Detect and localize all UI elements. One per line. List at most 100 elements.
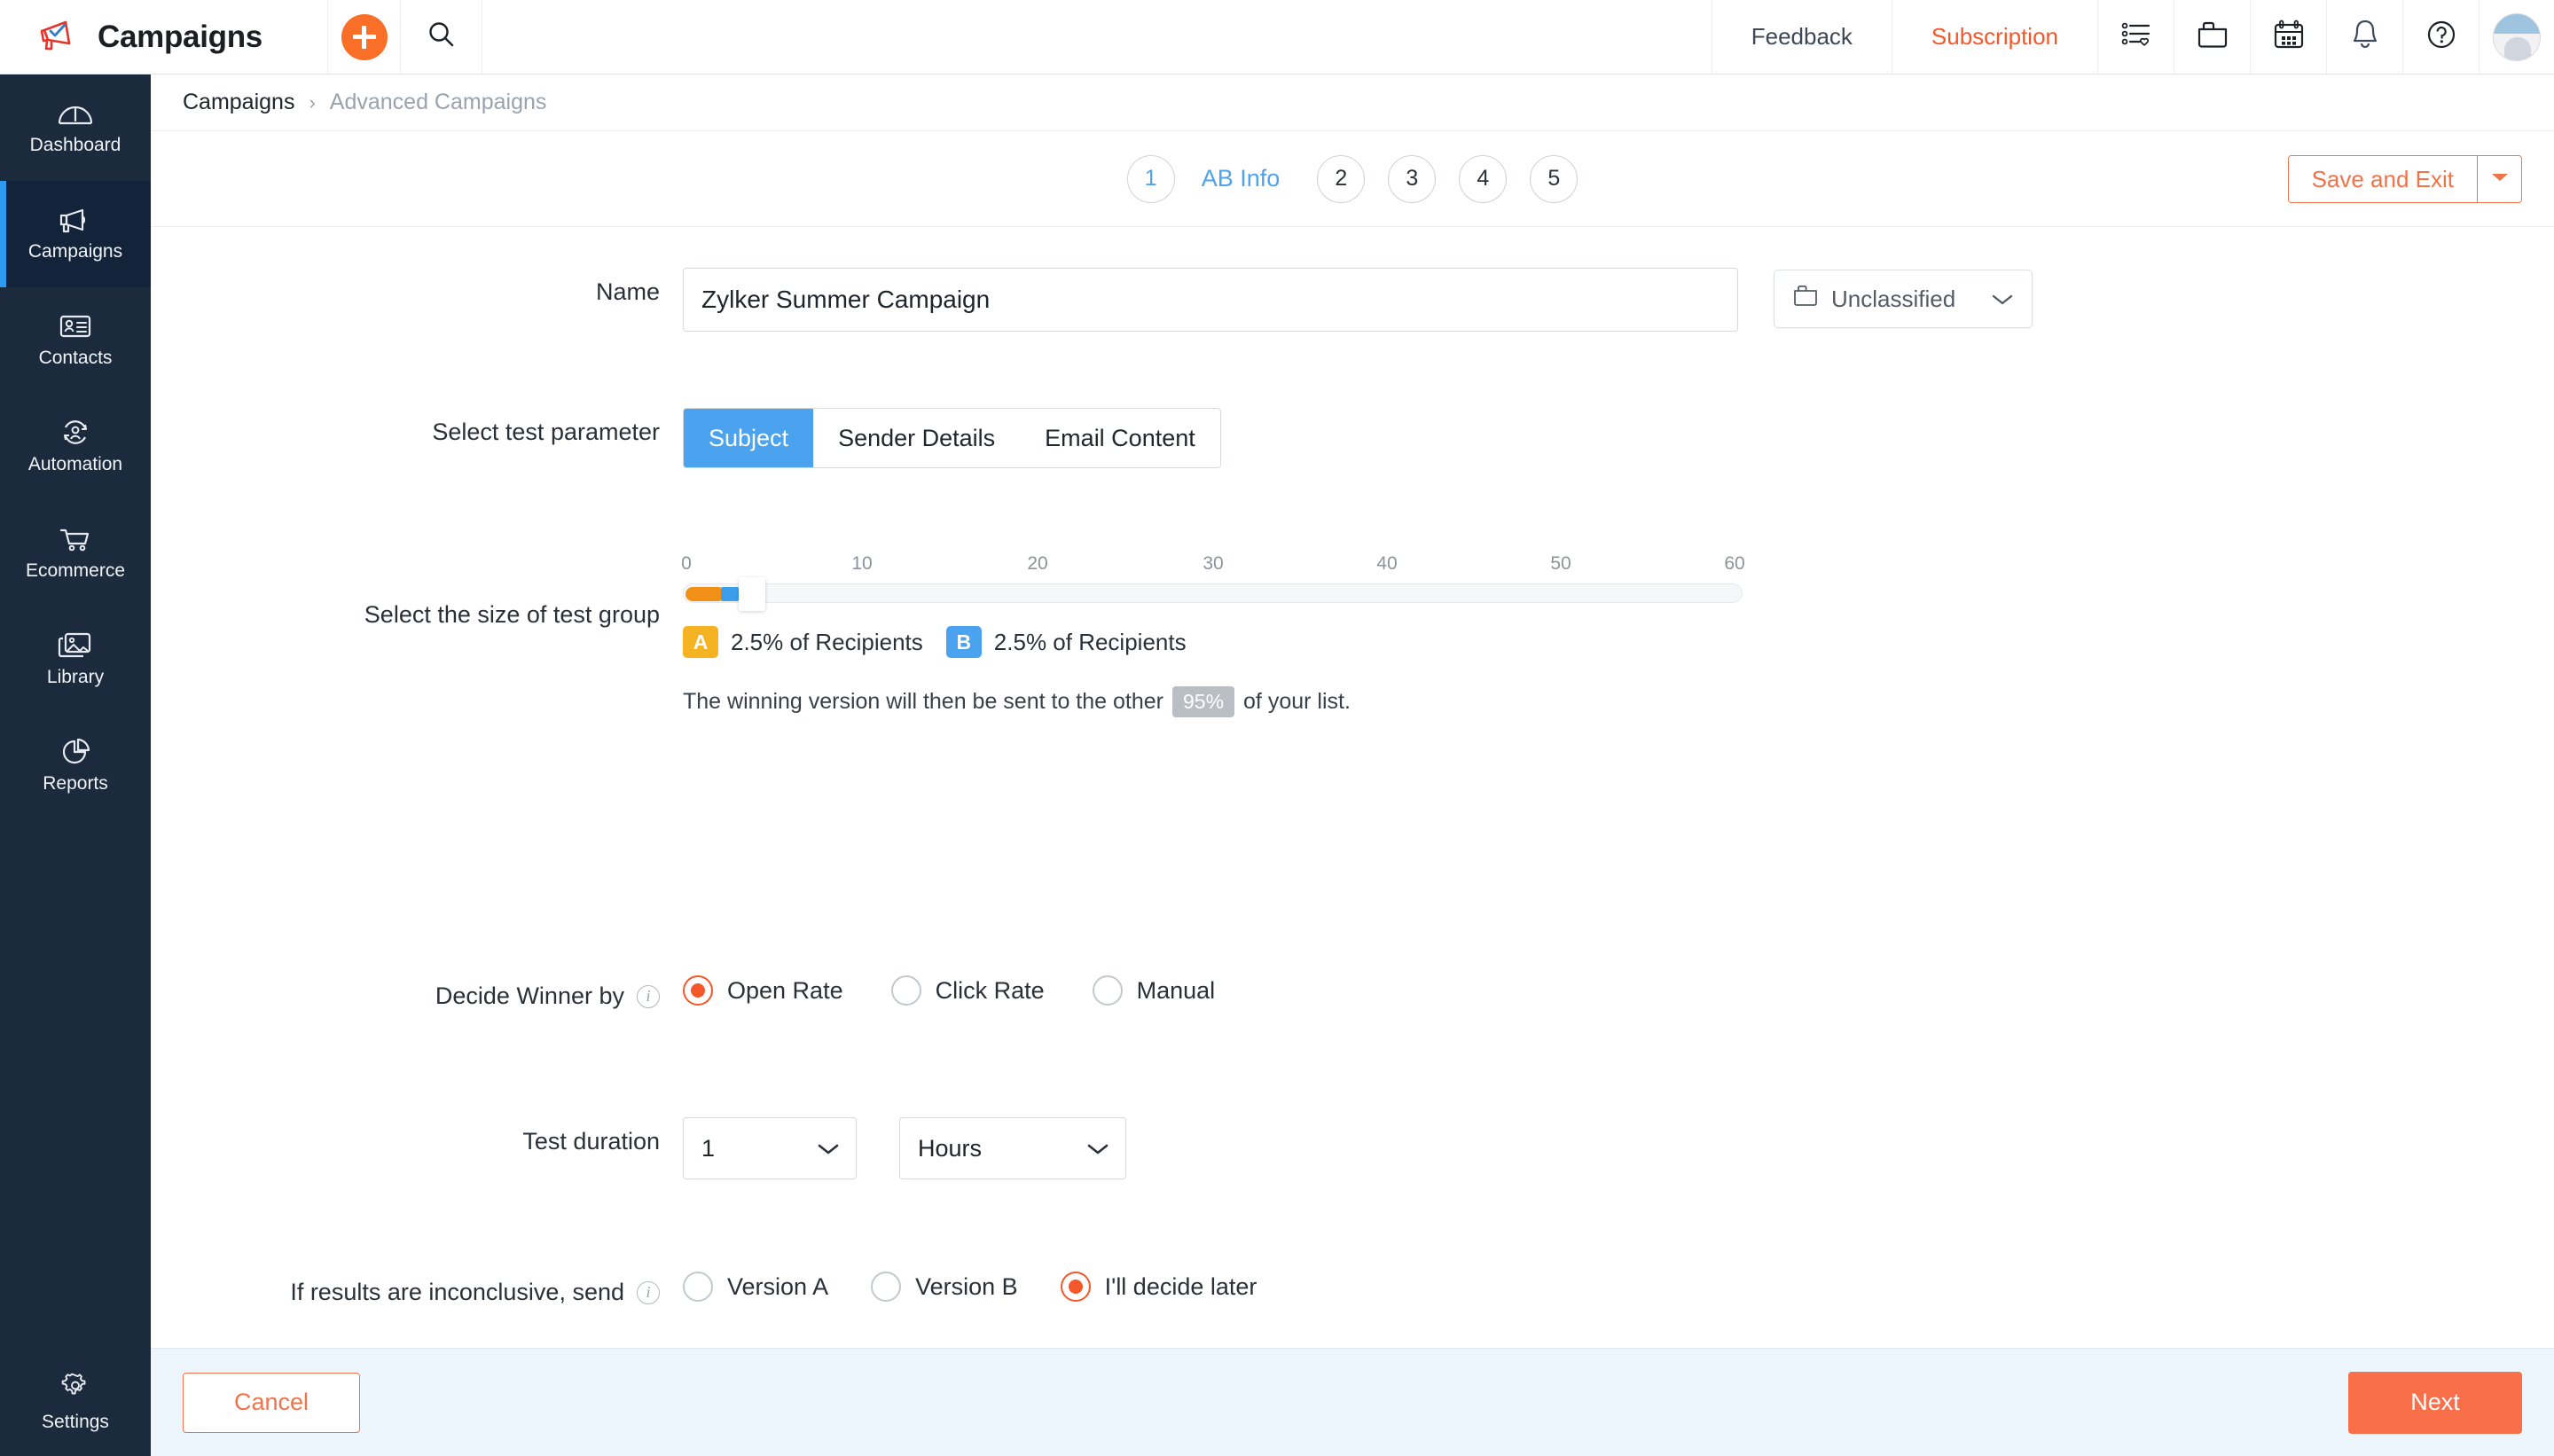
inconclusive-label-text: If results are inconclusive, send [290, 1279, 624, 1305]
note-text-after: of your list. [1243, 689, 1351, 714]
radio-decide-later-label: I'll decide later [1104, 1272, 1257, 1300]
test-group-slider-track[interactable] [683, 577, 1743, 611]
folder-button[interactable] [2174, 0, 2251, 74]
step-1[interactable]: 1 [1126, 154, 1175, 203]
sidebar-item-label: Campaigns [27, 241, 123, 262]
sidebar-item-campaigns[interactable]: Campaigns [0, 181, 151, 287]
sidebar-item-label: Reports [43, 773, 108, 794]
radio-manual-label: Manual [1136, 976, 1216, 1004]
radio-version-b[interactable]: Version B [871, 1272, 1018, 1302]
test-duration-label: Test duration [522, 1128, 660, 1155]
step-5[interactable]: 5 [1530, 154, 1579, 203]
subscription-link[interactable]: Subscription [1892, 0, 2098, 74]
slider-fill-version-b [721, 587, 739, 601]
folder-icon [1792, 284, 1819, 315]
topbar-spacer [482, 0, 1712, 74]
breadcrumb-current: Advanced Campaigns [329, 90, 547, 114]
folder-select-value: Unclassified [1831, 285, 1956, 312]
test-parameter-label: Select test parameter [432, 419, 660, 445]
step-2[interactable]: 2 [1317, 154, 1366, 203]
brand[interactable]: Campaigns [0, 0, 328, 74]
radio-click-rate-indicator[interactable] [890, 975, 921, 1006]
feedback-link[interactable]: Feedback [1712, 0, 1892, 74]
sidebar-item-label: Ecommerce [25, 560, 126, 581]
bell-icon [2350, 18, 2380, 56]
name-row: Name Unclassified [151, 268, 2033, 332]
save-and-exit-button[interactable]: Save and Exit [2288, 156, 2477, 202]
notifications-button[interactable] [2327, 0, 2403, 74]
sidebar-item-label: Automation [27, 454, 123, 474]
test-duration-unit-value: Hours [918, 1134, 983, 1162]
radio-open-rate[interactable]: Open Rate [683, 975, 843, 1006]
top-bar: Campaigns Feedback Subscription [0, 0, 2554, 74]
slider-legend: A 2.5% of Recipients B 2.5% of Recipient… [683, 626, 1743, 658]
sidebar-item-library[interactable]: Library [0, 607, 151, 713]
test-parameter-row: Select test parameter Subject Sender Det… [151, 408, 1221, 468]
tab-sender-details[interactable]: Sender Details [813, 409, 1020, 467]
save-and-exit-group: Save and Exit [2287, 155, 2522, 203]
chevron-down-icon [1991, 286, 2014, 313]
gear-icon [59, 1371, 92, 1405]
badge-version-a: A [683, 626, 718, 658]
user-menu[interactable] [2480, 0, 2554, 74]
remaining-percent-badge: 95% [1171, 686, 1235, 717]
legend-version-a: A 2.5% of Recipients [683, 626, 923, 658]
step-4[interactable]: 4 [1459, 154, 1508, 203]
slider-fill-version-a [686, 587, 721, 601]
radio-decide-later[interactable]: I'll decide later [1060, 1272, 1257, 1302]
slider-tick: 50 [1550, 553, 1571, 574]
pie-chart-icon [56, 738, 95, 766]
folder-select[interactable]: Unclassified [1774, 270, 2033, 328]
radio-open-rate-indicator[interactable] [683, 975, 713, 1006]
test-duration-amount-select[interactable]: 1 [683, 1117, 857, 1179]
slider-tick: 20 [1027, 553, 1048, 574]
radio-version-a-indicator[interactable] [683, 1272, 713, 1302]
info-icon[interactable]: i [637, 984, 660, 1008]
brand-name: Campaigns [98, 19, 262, 54]
radio-click-rate[interactable]: Click Rate [890, 975, 1045, 1006]
decide-winner-label: Decide Winner by i [151, 972, 683, 1010]
step-3[interactable]: 3 [1388, 154, 1437, 203]
save-and-exit-dropdown-button[interactable] [2477, 156, 2521, 202]
sidebar-item-reports[interactable]: Reports [0, 713, 151, 819]
help-button[interactable] [2403, 0, 2480, 74]
test-parameter-segmented-control: Subject Sender Details Email Content [683, 408, 1221, 468]
sidebar-item-settings[interactable]: Settings [0, 1348, 151, 1456]
ab-info-form: Name Unclassified Se [151, 227, 2554, 1344]
radio-decide-later-indicator[interactable] [1060, 1272, 1091, 1302]
radio-manual-indicator[interactable] [1092, 975, 1123, 1006]
slider-tick: 40 [1376, 553, 1398, 574]
sidebar-item-contacts[interactable]: Contacts [0, 287, 151, 394]
slider-handle[interactable] [739, 577, 765, 611]
radio-manual[interactable]: Manual [1092, 975, 1216, 1006]
test-group-row: Select the size of test group 0 10 20 30… [151, 553, 1745, 717]
decide-winner-row: Decide Winner by i Open Rate Click Rate … [151, 972, 1215, 1010]
sidebar-item-label: Dashboard [29, 135, 121, 155]
slider-tick: 0 [681, 553, 692, 574]
help-icon [2425, 18, 2458, 56]
sidebar-item-label: Contacts [38, 348, 113, 368]
radio-version-a[interactable]: Version A [683, 1272, 828, 1302]
chevron-down-icon [817, 1135, 840, 1162]
add-button[interactable] [328, 0, 401, 74]
list-heart-button[interactable] [2098, 0, 2174, 74]
megaphone-icon [56, 206, 95, 234]
calendar-button[interactable] [2251, 0, 2327, 74]
info-icon[interactable]: i [637, 1280, 660, 1304]
test-duration-unit-select[interactable]: Hours [899, 1117, 1126, 1179]
sidebar-item-dashboard[interactable]: Dashboard [0, 74, 151, 181]
tab-subject[interactable]: Subject [684, 409, 814, 467]
sidebar-item-ecommerce[interactable]: Ecommerce [0, 500, 151, 607]
gauge-icon [56, 99, 95, 128]
cancel-button[interactable]: Cancel [183, 1372, 360, 1433]
radio-click-rate-label: Click Rate [935, 976, 1045, 1004]
breadcrumb-root[interactable]: Campaigns [183, 90, 294, 115]
campaign-name-input[interactable] [683, 268, 1738, 332]
search-button[interactable] [401, 0, 482, 74]
inconclusive-row: If results are inconclusive, send i Vers… [151, 1268, 1257, 1306]
tab-email-content[interactable]: Email Content [1020, 409, 1220, 467]
next-button[interactable]: Next [2348, 1371, 2522, 1434]
sidebar-item-automation[interactable]: Automation [0, 394, 151, 500]
decide-winner-radio-group: Open Rate Click Rate Manual [683, 972, 1215, 1006]
radio-version-b-indicator[interactable] [871, 1272, 902, 1302]
